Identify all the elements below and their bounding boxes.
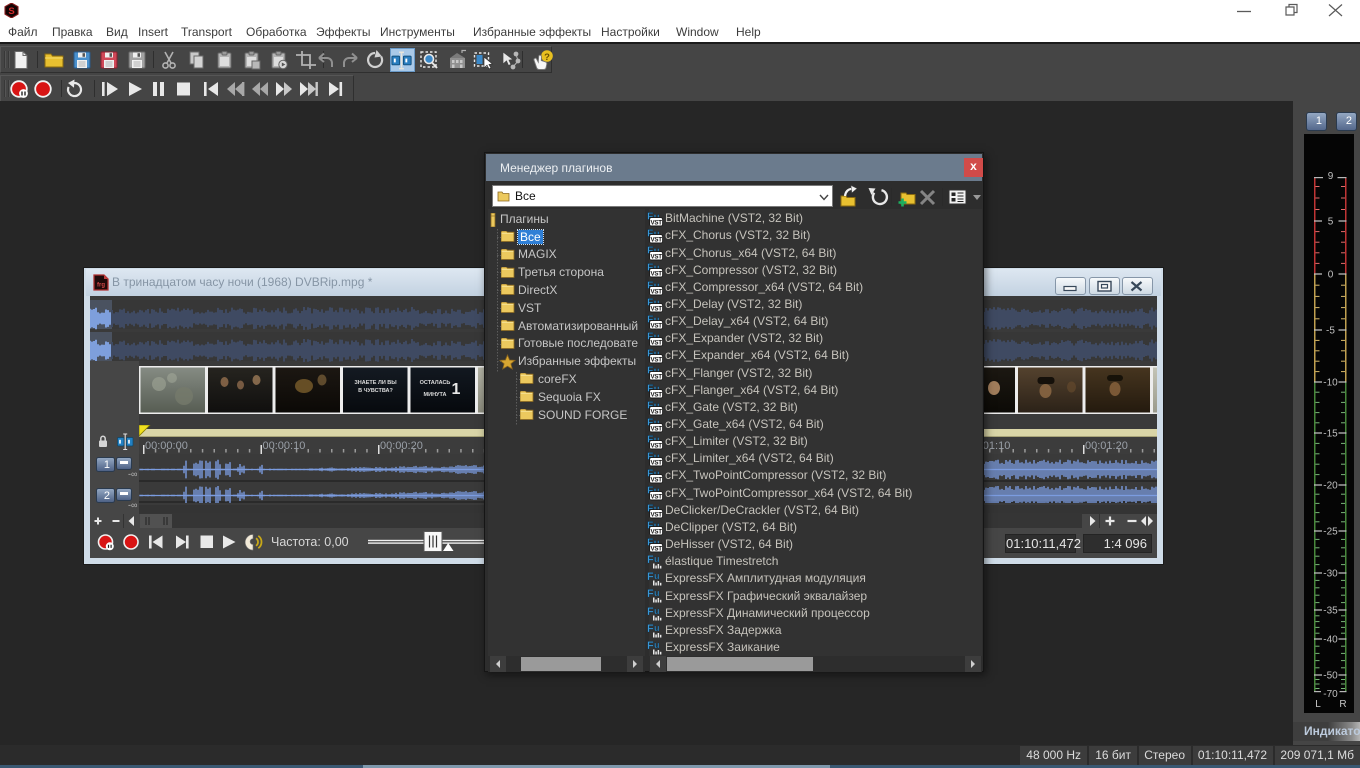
svg-text:00:00:10: 00:00:10	[263, 440, 306, 452]
svg-text:0: 0	[1328, 270, 1334, 281]
svg-text:9: 9	[1328, 171, 1334, 182]
svg-text:МИНУТА: МИНУТА	[424, 392, 447, 398]
svg-text:?: ?	[544, 52, 550, 63]
svg-text:-10: -10	[1323, 378, 1338, 389]
svg-text:-50: -50	[1323, 671, 1338, 682]
svg-text:-20: -20	[1323, 481, 1338, 492]
svg-text:-70: -70	[1323, 689, 1338, 700]
svg-text:frg: frg	[97, 283, 105, 289]
svg-text:00:00:20: 00:00:20	[380, 440, 423, 452]
svg-text:L: L	[1315, 699, 1321, 710]
svg-text:R: R	[1339, 699, 1346, 710]
svg-text:00:00:00: 00:00:00	[145, 440, 188, 452]
svg-text:В ЧУВСТВА?: В ЧУВСТВА?	[358, 388, 393, 394]
svg-text:-25: -25	[1323, 527, 1338, 538]
svg-text:-35: -35	[1323, 606, 1338, 617]
svg-text:S: S	[8, 6, 14, 17]
svg-text:5: 5	[1328, 217, 1334, 228]
svg-text:-15: -15	[1323, 429, 1338, 440]
svg-text:-30: -30	[1323, 569, 1338, 580]
svg-text:1: 1	[452, 381, 461, 398]
svg-text:00:01:20: 00:01:20	[1085, 440, 1128, 452]
svg-text:ЗНАЕТЕ ЛИ ВЫ: ЗНАЕТЕ ЛИ ВЫ	[354, 380, 397, 386]
svg-text:ОСТАЛАСЬ: ОСТАЛАСЬ	[420, 380, 451, 386]
svg-text:-40: -40	[1323, 635, 1338, 646]
svg-text:-5: -5	[1326, 326, 1335, 337]
